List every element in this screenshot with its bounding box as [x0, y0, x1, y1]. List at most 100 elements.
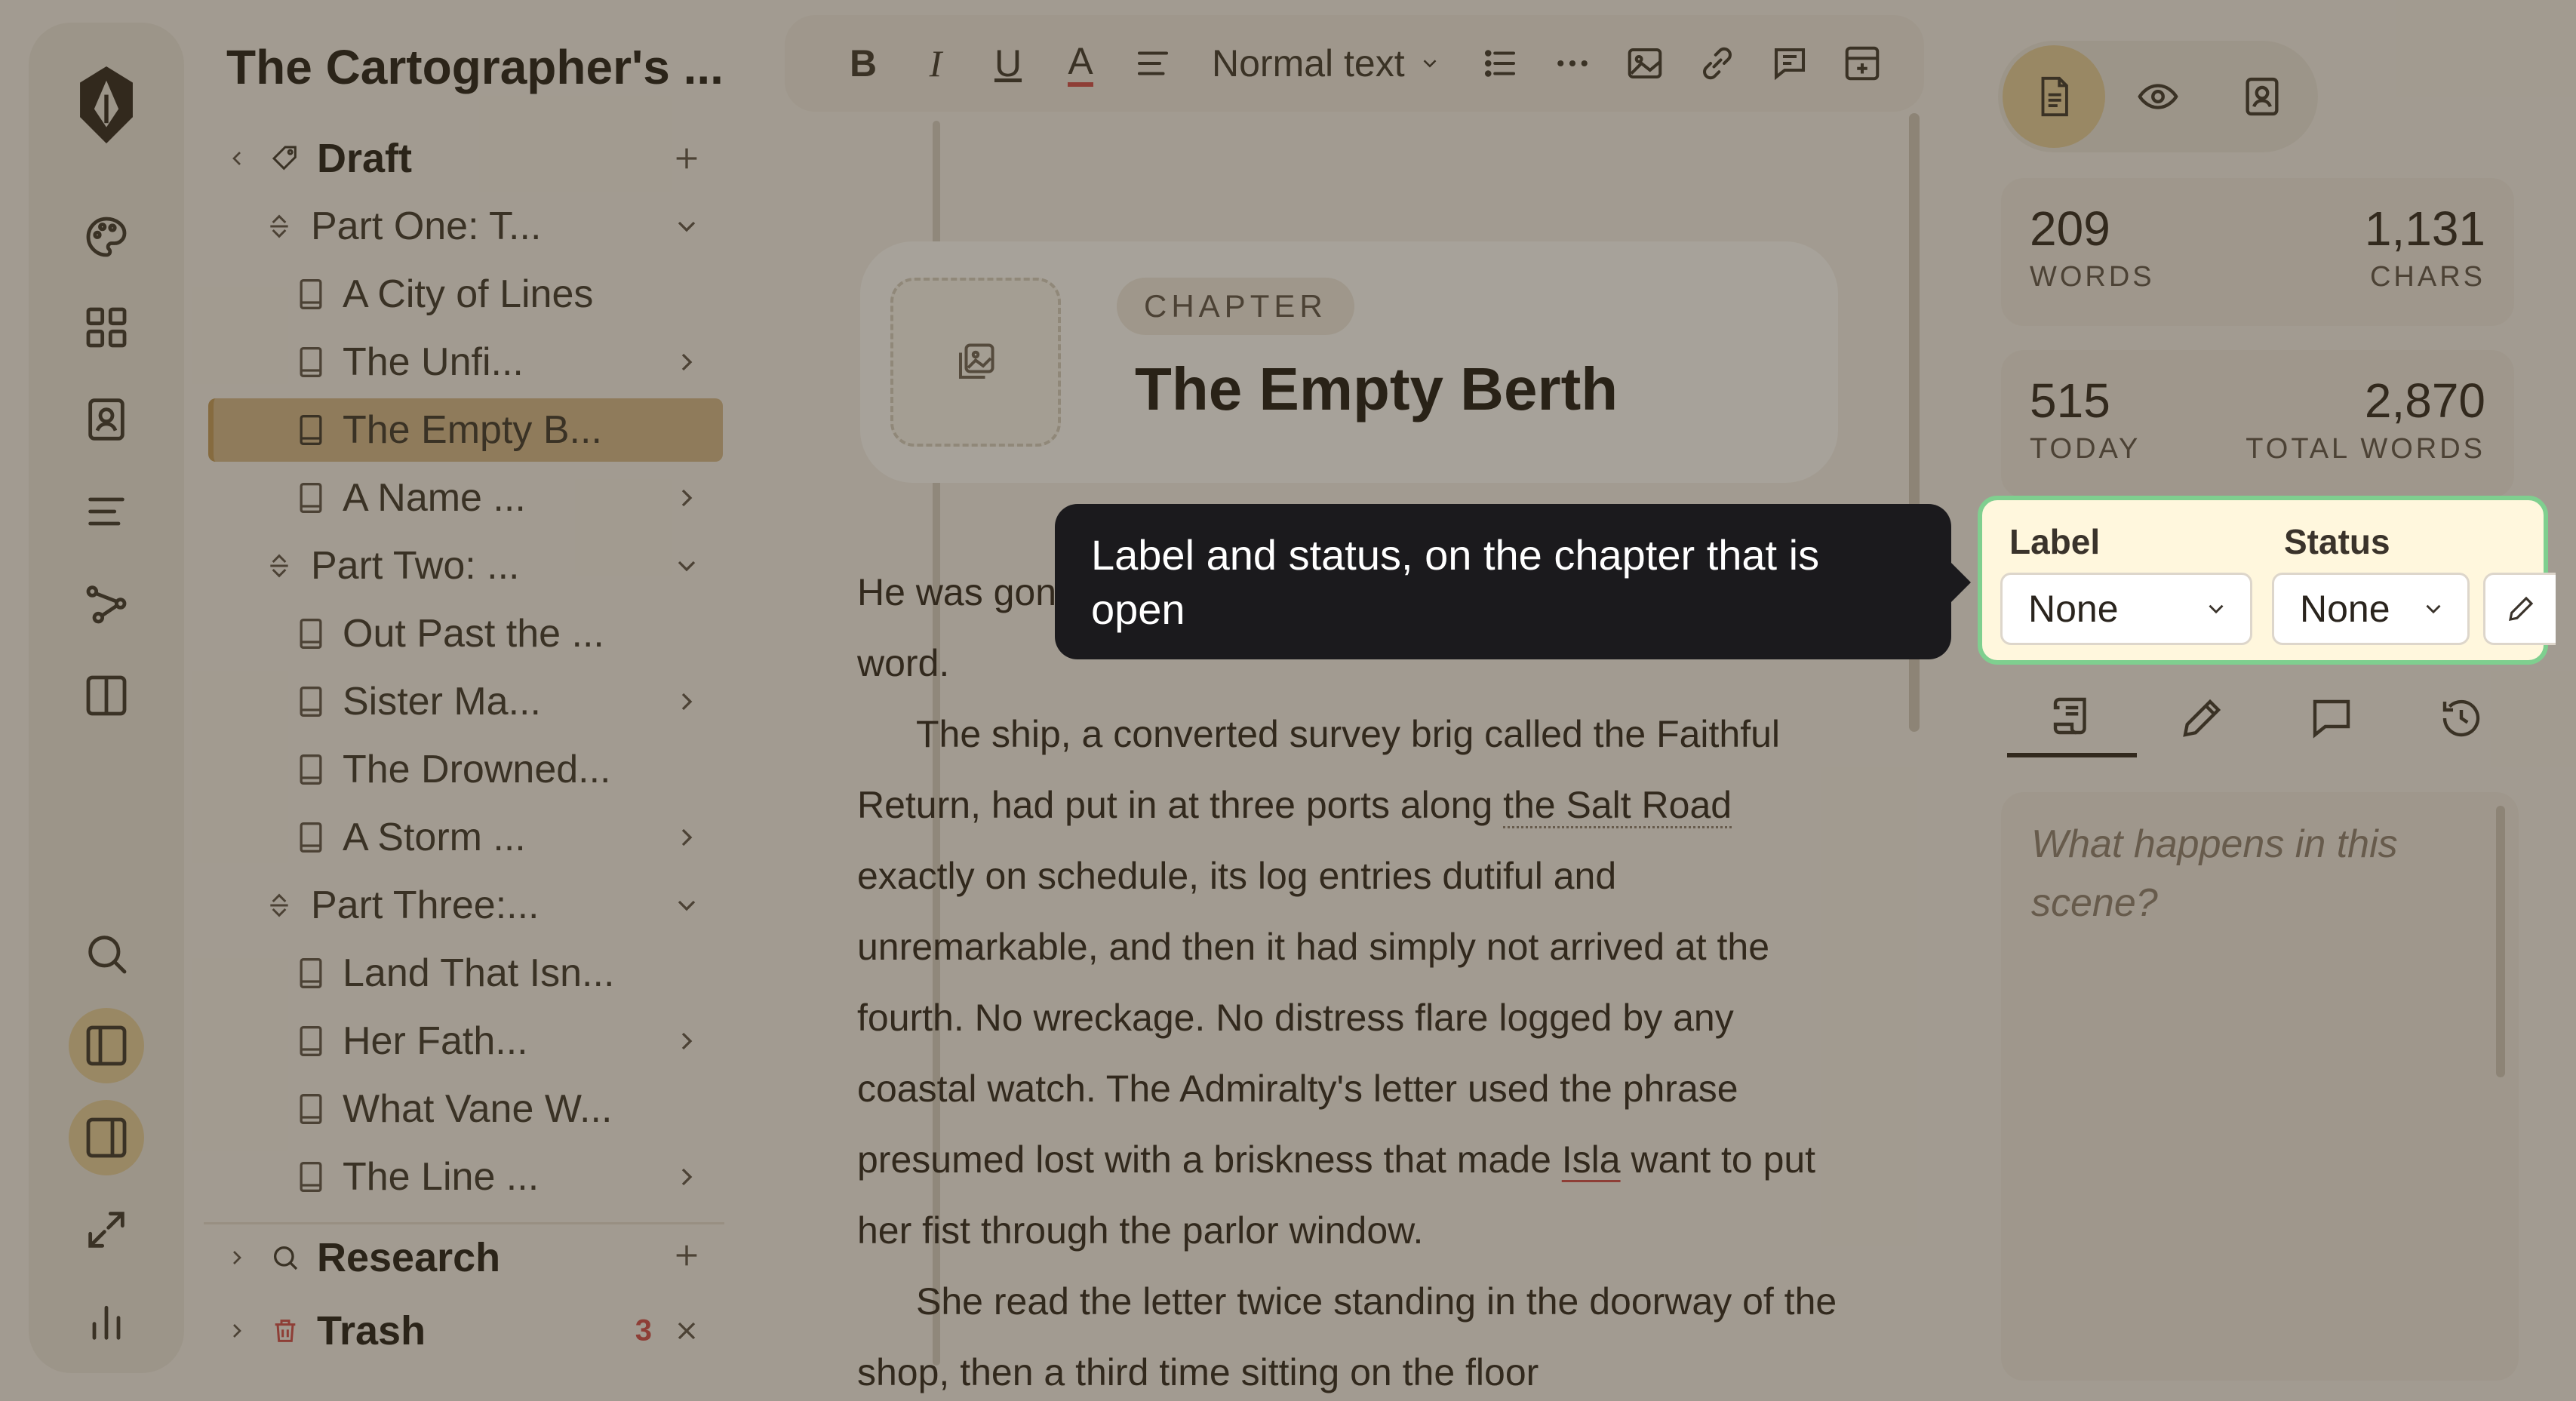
book-icon [296, 481, 326, 515]
split-view-icon[interactable] [69, 658, 144, 733]
label-select[interactable]: None [2000, 573, 2252, 645]
tab-history[interactable] [2396, 679, 2526, 757]
chapter-type-pill: CHAPTER [1117, 278, 1354, 335]
tree-label: The Drowned... [343, 748, 611, 791]
text-color-button[interactable]: A [1044, 27, 1117, 100]
palette-icon[interactable] [69, 199, 144, 275]
document-mode-button[interactable] [2003, 45, 2105, 148]
inspector-tabs [2007, 679, 2520, 762]
character-card-icon[interactable] [69, 382, 144, 457]
character-mode-button[interactable] [2211, 45, 2313, 148]
plot-graph-icon[interactable] [69, 566, 144, 641]
tree-item-part-two[interactable]: Part Two: ... [264, 534, 724, 598]
tree-item-chapter[interactable]: Sister Ma... [296, 670, 724, 733]
tree-item-chapter[interactable]: The Line ... [296, 1145, 724, 1209]
tree-label: Part One: T... [311, 204, 542, 248]
chevron-right-icon[interactable] [672, 347, 702, 377]
more-button[interactable] [1536, 27, 1609, 100]
tree-item-chapter[interactable]: A Name ... [296, 466, 724, 530]
tree-item-chapter[interactable]: A City of Lines [296, 263, 724, 326]
annotation-link[interactable]: the Salt Road [1503, 784, 1732, 828]
outline-icon[interactable] [69, 474, 144, 549]
tree-item-chapter[interactable]: Her Fath... [296, 1009, 724, 1073]
insert-link-button[interactable] [1681, 27, 1754, 100]
inspector-panel: 209 WORDS 1,131 CHARS 515 TODAY 2,870 TO… [1995, 0, 2576, 1401]
stats-icon[interactable] [69, 1284, 144, 1360]
cover-image-slot[interactable] [890, 278, 1061, 447]
spelling-flag[interactable]: Isla [1562, 1138, 1621, 1181]
italic-button[interactable]: I [899, 27, 972, 100]
binder-panel: The Cartographer's ... Draft Part One: T… [204, 0, 940, 1401]
edit-labels-button[interactable] [2483, 573, 2556, 645]
right-panel-icon[interactable] [69, 1100, 144, 1175]
manuscript-body[interactable]: He was gone three weeks before the harbo… [857, 557, 1838, 1401]
chevron-down-icon[interactable] [672, 551, 702, 581]
close-icon[interactable] [672, 1316, 702, 1346]
tree-item-chapter[interactable]: Land That Isn... [296, 942, 724, 1005]
tooltip-text: Label and status, on the chapter that is… [1091, 531, 1820, 633]
tree-label: The Line ... [343, 1155, 539, 1199]
tree-label: Part Three:... [311, 883, 539, 927]
tree-item-chapter[interactable]: The Drowned... [296, 738, 724, 801]
bullet-list-button[interactable] [1464, 27, 1536, 100]
tree-label: Her Fath... [343, 1019, 528, 1063]
tooltip-arrow [1950, 561, 1971, 604]
status-select[interactable]: None [2272, 573, 2470, 645]
comment-button[interactable] [1754, 27, 1826, 100]
chevron-down-icon[interactable] [225, 146, 249, 171]
chevron-right-icon[interactable] [225, 1319, 249, 1343]
chevron-right-icon[interactable] [225, 1246, 249, 1270]
insert-image-button[interactable] [1609, 27, 1681, 100]
left-panel-icon[interactable] [69, 1008, 144, 1083]
chevron-right-icon[interactable] [672, 1026, 702, 1056]
status-value: None [2300, 588, 2390, 630]
synopsis-input[interactable] [2031, 815, 2454, 1041]
chapter-header-card: CHAPTER The Empty Berth [860, 241, 1838, 483]
underline-button[interactable]: U [972, 27, 1044, 100]
tree-label: The Unfi... [343, 340, 524, 384]
tree-item-part-one[interactable]: Part One: T... [264, 195, 724, 258]
add-icon[interactable] [672, 143, 702, 174]
char-count: 1,131 [2364, 201, 2485, 256]
expand-icon[interactable] [69, 1192, 144, 1267]
tree-item-chapter-selected[interactable]: The Empty B... [296, 398, 724, 462]
tree-label: Part Two: ... [311, 544, 520, 588]
tree-item-trash[interactable]: Trash 3 [204, 1299, 724, 1363]
tree-item-chapter[interactable]: Out Past the ... [296, 602, 724, 665]
chevron-down-icon[interactable] [672, 890, 702, 920]
tree-item-chapter[interactable]: A Storm ... [296, 806, 724, 869]
chapter-title[interactable]: The Empty Berth [1135, 355, 1618, 424]
tree-item-draft[interactable]: Draft [204, 127, 724, 190]
text-style-select[interactable]: Normal text [1189, 41, 1464, 85]
add-icon[interactable] [672, 1240, 702, 1270]
tree-label: Land That Isn... [343, 951, 615, 995]
tree-label: A City of Lines [343, 272, 594, 316]
bold-button[interactable]: B [827, 27, 899, 100]
insert-table-button[interactable] [1826, 27, 1898, 100]
chevron-down-icon[interactable] [672, 211, 702, 241]
tree-label-trash: Trash [317, 1308, 426, 1353]
synopsis-scrollbar[interactable] [2496, 806, 2505, 1077]
char-count-label: CHARS [2369, 261, 2485, 293]
tab-comments[interactable] [2267, 679, 2396, 757]
total-word-count: 2,870 [2364, 373, 2485, 428]
collapse-arrows-icon [264, 210, 294, 243]
chevron-right-icon[interactable] [672, 687, 702, 717]
preview-mode-button[interactable] [2107, 45, 2209, 148]
grid-icon[interactable] [69, 290, 144, 365]
text-color-label: A [1068, 40, 1093, 87]
tab-synopsis[interactable] [2007, 679, 2137, 757]
tree-item-chapter[interactable]: What Vane W... [296, 1077, 724, 1141]
tree-item-part-three[interactable]: Part Three:... [264, 874, 724, 937]
chevron-right-icon[interactable] [672, 822, 702, 853]
search-icon[interactable] [69, 916, 144, 991]
align-button[interactable] [1117, 27, 1189, 100]
document-icon [2041, 76, 2068, 117]
chevron-right-icon[interactable] [672, 483, 702, 513]
tree-item-research[interactable]: Research [204, 1222, 724, 1286]
tree-item-chapter[interactable]: The Unfi... [296, 330, 724, 394]
chevron-down-icon [2426, 604, 2441, 614]
tab-notes[interactable] [2137, 679, 2267, 757]
app-logo-icon[interactable] [61, 48, 152, 161]
chevron-right-icon[interactable] [672, 1162, 702, 1192]
